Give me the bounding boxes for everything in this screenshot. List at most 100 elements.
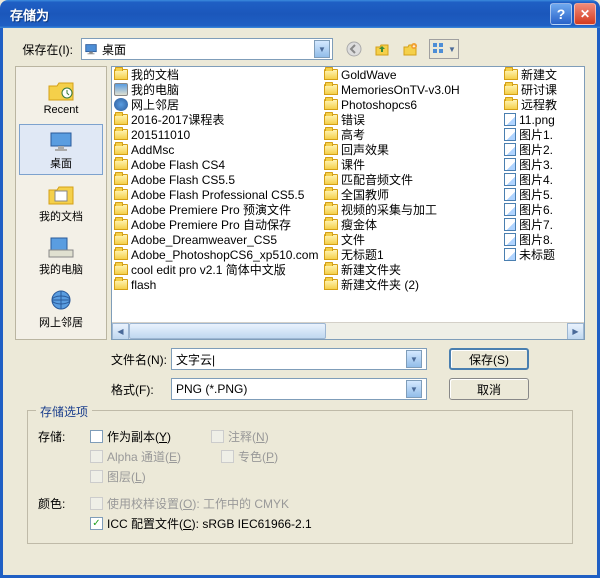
- file-item[interactable]: 201511010: [112, 127, 322, 142]
- file-item[interactable]: 课件: [322, 157, 502, 172]
- file-item[interactable]: 我的文档: [112, 67, 322, 82]
- file-item-label: 图片8.: [519, 232, 553, 247]
- file-item[interactable]: 图片3.: [502, 157, 584, 172]
- file-item-label: Adobe_Dreamweaver_CS5: [131, 233, 277, 247]
- file-item[interactable]: Adobe_PhotoshopCS6_xp510.com: [112, 247, 322, 262]
- horizontal-scrollbar[interactable]: ◀ ▶: [112, 322, 584, 339]
- file-item[interactable]: Adobe Premiere Pro 自动保存: [112, 217, 322, 232]
- file-item[interactable]: 图片2.: [502, 142, 584, 157]
- chevron-down-icon[interactable]: ▼: [406, 350, 422, 368]
- file-item[interactable]: 11.png: [502, 112, 584, 127]
- file-item[interactable]: Photoshopcs6: [322, 97, 502, 112]
- folder-icon: [114, 144, 128, 155]
- file-item-label: Adobe Premiere Pro 预演文件: [131, 202, 291, 217]
- file-item[interactable]: Adobe_Dreamweaver_CS5: [112, 232, 322, 247]
- file-item-label: 我的文档: [131, 67, 179, 82]
- close-button[interactable]: ✕: [574, 3, 596, 25]
- file-item[interactable]: 2016-2017课程表: [112, 112, 322, 127]
- file-item-label: 瘦金体: [341, 217, 377, 232]
- file-item-label: 11.png: [519, 113, 555, 127]
- file-item[interactable]: 研讨课: [502, 82, 584, 97]
- format-combo[interactable]: PNG (*.PNG) ▼: [171, 378, 427, 400]
- lookin-combo[interactable]: 桌面 ▼: [81, 38, 333, 60]
- place-recent[interactable]: Recent: [19, 71, 103, 122]
- place-mydocs[interactable]: 我的文档: [19, 177, 103, 228]
- file-item-label: 高考: [341, 127, 365, 142]
- file-item[interactable]: Adobe Flash CS5.5: [112, 172, 322, 187]
- file-item[interactable]: 无标题1: [322, 247, 502, 262]
- file-item[interactable]: 新建文件夹: [322, 262, 502, 277]
- file-item-label: 图片7.: [519, 217, 553, 232]
- format-label: 格式(F):: [111, 381, 171, 398]
- folder-icon: [114, 129, 128, 140]
- file-item[interactable]: 错误: [322, 112, 502, 127]
- folder-icon: [324, 144, 338, 155]
- file-item[interactable]: cool edit pro v2.1 简体中文版: [112, 262, 322, 277]
- icc-label: ICC 配置文件(C): sRGB IEC61966-2.1: [107, 515, 312, 532]
- file-item[interactable]: 文件: [322, 232, 502, 247]
- place-mycomputer[interactable]: 我的电脑: [19, 231, 103, 282]
- as-copy-checkbox[interactable]: [90, 430, 103, 443]
- file-item-label: 全国教师: [341, 187, 389, 202]
- folder-icon: [324, 234, 338, 245]
- folder-icon: [324, 249, 338, 260]
- file-item[interactable]: 匹配音频文件: [322, 172, 502, 187]
- folder-icon: [114, 264, 128, 275]
- view-menu-button[interactable]: ▼: [429, 39, 459, 59]
- file-item[interactable]: 回声效果: [322, 142, 502, 157]
- file-item[interactable]: 视频的采集与加工: [322, 202, 502, 217]
- file-item-label: 图片4.: [519, 172, 553, 187]
- icc-checkbox[interactable]: ✓: [90, 517, 103, 530]
- file-item-label: cool edit pro v2.1 简体中文版: [131, 262, 286, 277]
- file-item[interactable]: flash: [112, 277, 322, 292]
- view-icon: [432, 42, 446, 56]
- file-item[interactable]: 全国教师: [322, 187, 502, 202]
- file-item[interactable]: Adobe Flash CS4: [112, 157, 322, 172]
- file-item[interactable]: Adobe Flash Professional CS5.5: [112, 187, 322, 202]
- scroll-right-button[interactable]: ▶: [567, 323, 584, 340]
- window-title: 存储为: [10, 5, 550, 24]
- file-item-label: 新建文件夹 (2): [341, 277, 419, 292]
- file-item[interactable]: GoldWave: [322, 67, 502, 82]
- file-item[interactable]: 图片5.: [502, 187, 584, 202]
- file-item[interactable]: 新建文件夹 (2): [322, 277, 502, 292]
- file-item[interactable]: 图片1.: [502, 127, 584, 142]
- place-desktop[interactable]: 桌面: [19, 124, 103, 175]
- file-item[interactable]: 网上邻居: [112, 97, 322, 112]
- chevron-down-icon[interactable]: ▼: [314, 40, 330, 58]
- file-item[interactable]: 未标题: [502, 247, 584, 262]
- file-item[interactable]: 瘦金体: [322, 217, 502, 232]
- back-icon[interactable]: [345, 40, 363, 58]
- new-folder-icon[interactable]: ✦: [401, 40, 419, 58]
- desktop-icon: [84, 42, 98, 56]
- place-network[interactable]: 网上邻居: [19, 284, 103, 335]
- file-item[interactable]: 图片6.: [502, 202, 584, 217]
- proof-checkbox: [90, 497, 103, 510]
- file-item-label: flash: [131, 278, 156, 292]
- file-item[interactable]: Adobe Premiere Pro 预演文件: [112, 202, 322, 217]
- file-item-label: 新建文件夹: [341, 262, 401, 277]
- chevron-down-icon: ▼: [448, 45, 456, 54]
- file-list-pane[interactable]: 我的文档我的电脑网上邻居2016-2017课程表201511010AddMscA…: [111, 66, 585, 340]
- image-file-icon: [504, 128, 516, 141]
- scroll-left-button[interactable]: ◀: [112, 323, 129, 340]
- file-item[interactable]: MemoriesOnTV-v3.0H: [322, 82, 502, 97]
- up-one-level-icon[interactable]: [373, 40, 391, 58]
- file-item[interactable]: 高考: [322, 127, 502, 142]
- file-item[interactable]: 图片8.: [502, 232, 584, 247]
- file-item[interactable]: 远程教: [502, 97, 584, 112]
- save-button[interactable]: 保存(S): [449, 348, 529, 370]
- image-file-icon: [504, 218, 516, 231]
- format-value: PNG (*.PNG): [176, 382, 406, 396]
- chevron-down-icon[interactable]: ▼: [406, 380, 422, 398]
- file-item[interactable]: AddMsc: [112, 142, 322, 157]
- cancel-button[interactable]: 取消: [449, 378, 529, 400]
- file-item[interactable]: 图片7.: [502, 217, 584, 232]
- filename-input[interactable]: 文字云| ▼: [171, 348, 427, 370]
- file-item[interactable]: 我的电脑: [112, 82, 322, 97]
- help-button[interactable]: ?: [550, 3, 572, 25]
- file-item[interactable]: 图片4.: [502, 172, 584, 187]
- scrollbar-thumb[interactable]: [129, 323, 326, 339]
- folder-icon: [324, 264, 338, 275]
- file-item[interactable]: 新建文: [502, 67, 584, 82]
